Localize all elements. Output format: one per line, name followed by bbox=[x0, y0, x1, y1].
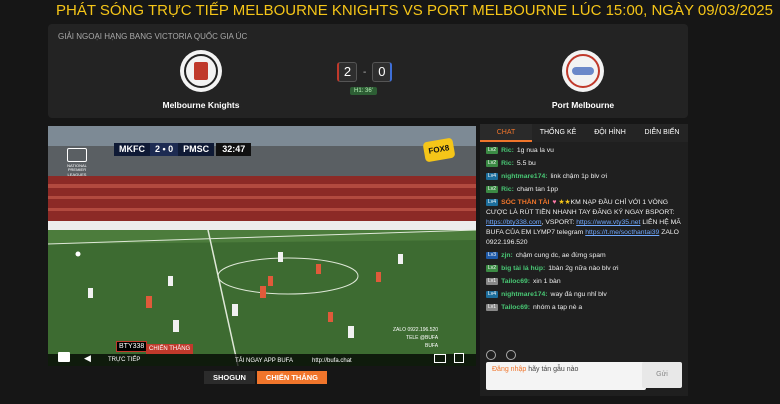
video-player[interactable]: NATIONAL PREMIER LEAGUES MKFC 2 • 0 PMSC… bbox=[48, 126, 476, 366]
score-separator: - bbox=[363, 66, 367, 78]
bufa-label: BUFA bbox=[424, 343, 439, 349]
away-score: 0 bbox=[372, 62, 393, 82]
chien-thang-badge[interactable]: CHIẾN THẮNG bbox=[146, 344, 194, 354]
fullscreen-icon[interactable] bbox=[454, 353, 464, 363]
vsport-link[interactable]: https://www.vty35.net bbox=[576, 219, 640, 226]
list-item: Lv2 Ric: cham tan 1pp bbox=[486, 186, 559, 193]
tab-doi-hinh[interactable]: ĐỘI HÌNH bbox=[584, 124, 636, 142]
match-card: GIẢI NGOẠI HẠNG BANG VICTORIA QUỐC GIA Ú… bbox=[48, 24, 688, 118]
away-team[interactable]: Port Melbourne bbox=[523, 50, 643, 110]
volume-icon[interactable]: ◀ bbox=[84, 353, 94, 363]
chat-message-list[interactable]: Lv2 Ric: 1g nua la vu Lv2 Ric: 5.5 bu Lv4 nig… bbox=[486, 146, 686, 316]
bsport-link[interactable]: https://bty338.com bbox=[486, 219, 542, 226]
live-label: TRỰC TIẾP bbox=[108, 357, 141, 363]
send-button[interactable]: Gửi bbox=[642, 362, 682, 388]
bty338-badge[interactable]: BTY338 bbox=[116, 341, 148, 352]
play-pause-icon[interactable] bbox=[58, 352, 70, 362]
list-item: Lv1 Tailoc69: xin 1 bàn bbox=[486, 278, 561, 285]
match-status-badge: H1: 36' bbox=[350, 87, 377, 95]
list-item: Lv1 Tailoc69: nhóm a tạp nè a bbox=[486, 304, 583, 311]
chat-panel: CHAT THỐNG KÊ ĐỘI HÌNH DIỄN BIẾN Lv2 Ric:… bbox=[480, 124, 688, 396]
league-name: GIẢI NGOẠI HẠNG BANG VICTORIA QUỐC GIA Ú… bbox=[58, 32, 248, 41]
picture-in-picture-icon[interactable] bbox=[434, 354, 446, 363]
home-team-name: Melbourne Knights bbox=[162, 100, 240, 110]
list-item: Lv2 big tài lá húp: 1bàn 2g nữa nào blv ơi bbox=[486, 265, 619, 272]
tab-shogun[interactable]: SHOGUN bbox=[204, 371, 255, 384]
emoji-icon[interactable] bbox=[486, 350, 496, 360]
list-item: Lv4 nightmare174: link chậm 1p blv ơi bbox=[486, 173, 608, 180]
tab-chien-thang[interactable]: CHIẾN THẮNG bbox=[256, 371, 328, 384]
app-promo-text: TẢI NGAY APP BUFA bbox=[235, 358, 294, 364]
away-team-name: Port Melbourne bbox=[551, 100, 615, 110]
broadcast-scorebug: MKFC 2 • 0 PMSC 32:47 bbox=[114, 143, 252, 156]
tele-contact: TELE @BUFA bbox=[406, 335, 439, 341]
contact-overlay: ZALO 0922.196.520 TELE @BUFA BUFA bbox=[393, 326, 438, 350]
telegram-link[interactable]: https://t.me/socthantai39 bbox=[585, 229, 659, 236]
login-link[interactable]: Đăng nhập bbox=[492, 366, 526, 373]
page-title: PHÁT SÓNG TRỰC TIẾP MELBOURNE KNIGHTS VS… bbox=[56, 2, 773, 19]
scoreboard: 2 - 0 bbox=[337, 62, 393, 82]
scorebug-score: 2 • 0 bbox=[150, 143, 179, 156]
tab-thong-ke[interactable]: THỐNG KÊ bbox=[532, 124, 584, 142]
zalo-contact: ZALO 0922.196.520 bbox=[393, 327, 439, 333]
tab-dien-bien[interactable]: DIỄN BIẾN bbox=[636, 124, 688, 142]
home-score: 2 bbox=[337, 62, 357, 82]
port-melbourne-sharks-crest-icon bbox=[562, 50, 604, 92]
tab-chat[interactable]: CHAT bbox=[480, 124, 532, 142]
list-item: Lv4 nightmare174: way đá ngu nhỉ blv bbox=[486, 291, 607, 298]
scorebug-home: MKFC bbox=[114, 143, 150, 156]
list-item: Lv3 zjn: chậm cung dc, ae đừng spam bbox=[486, 252, 606, 259]
melbourne-knights-crest-icon bbox=[180, 50, 222, 92]
list-item: Lv2 Ric: 5.5 bu bbox=[486, 160, 536, 167]
chat-input-placeholder: hãy tán gẫu nào bbox=[528, 366, 579, 373]
chat-toolbar bbox=[486, 350, 516, 360]
eye-icon[interactable] bbox=[506, 350, 516, 360]
list-item: Lv2 Ric: 1g nua la vu bbox=[486, 147, 554, 154]
chat-tabs: CHAT THỐNG KÊ ĐỘI HÌNH DIỄN BIẾN bbox=[480, 124, 688, 142]
home-team[interactable]: Melbourne Knights bbox=[141, 50, 261, 110]
stream-source-tabs: SHOGUN CHIẾN THẮNG bbox=[204, 371, 328, 384]
chat-input[interactable]: Đăng nhập hãy tán gẫu nào bbox=[486, 362, 646, 390]
list-item: Lv4 SÓC THẦN TÀI ♥ ★★KM NẠP ĐẦU CHỈ VỚI 1 … bbox=[486, 199, 681, 246]
scorebug-clock: 32:47 bbox=[216, 143, 252, 156]
national-premier-leagues-logo: NATIONAL PREMIER LEAGUES bbox=[62, 148, 92, 177]
promo-url[interactable]: http://bufa.chat bbox=[312, 358, 352, 364]
scorebug-away: PMSC bbox=[178, 143, 215, 156]
